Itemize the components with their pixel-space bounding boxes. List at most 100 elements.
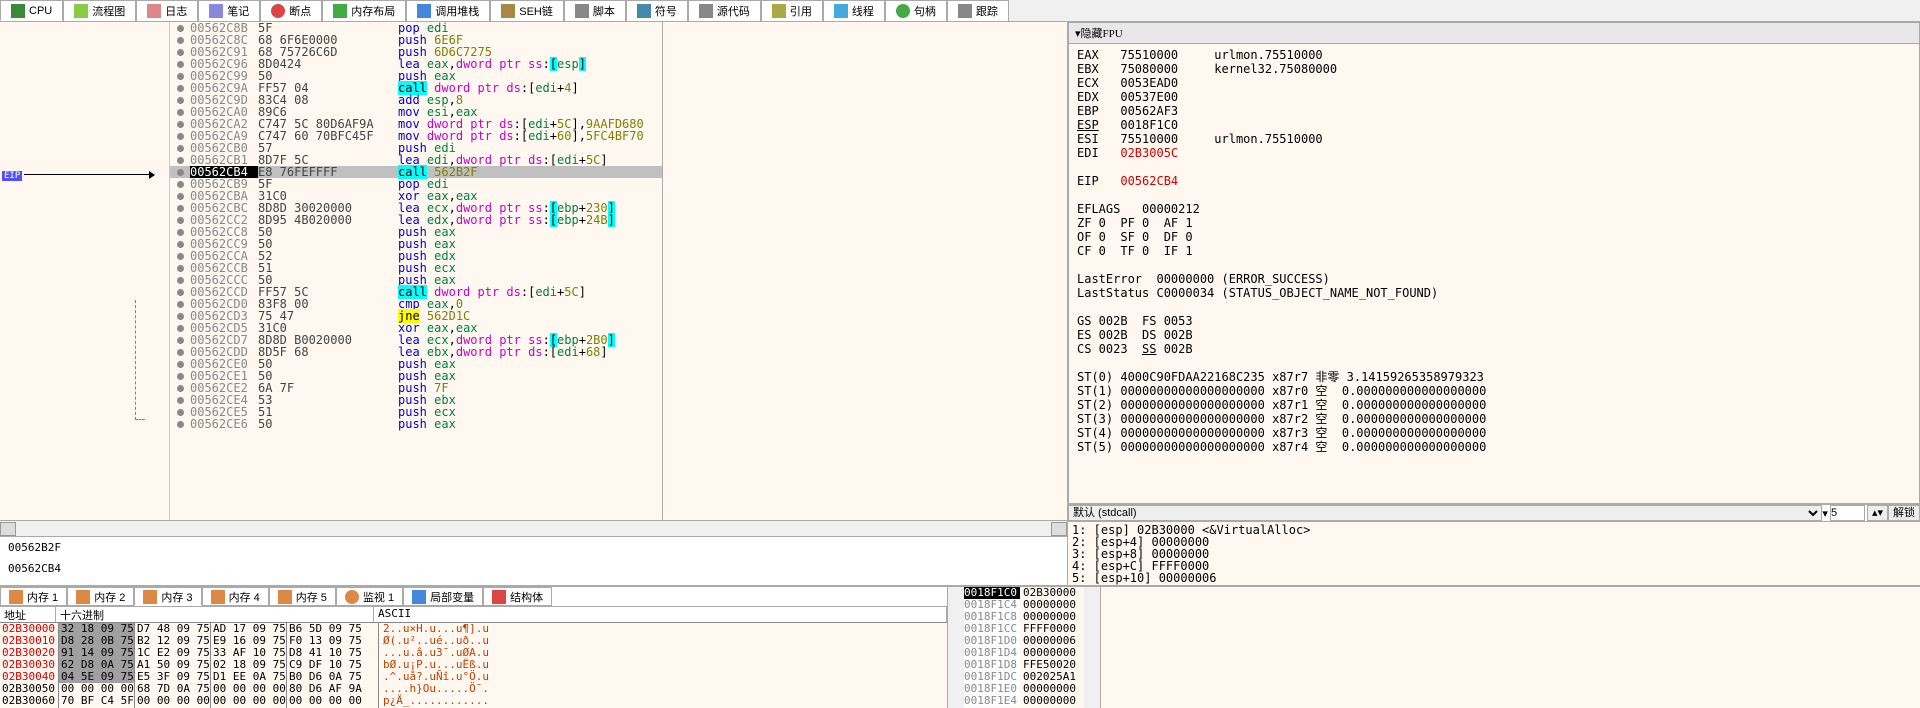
count-spinner[interactable]: ▴▾ [1867,505,1888,521]
breakpoint-dot-icon[interactable] [170,154,190,166]
mem-tab-内存 1[interactable]: 内存 1 [0,587,67,606]
i-thread-icon [834,4,848,18]
disasm-info-bar: 00562B2F 00562CB4 [0,536,1067,586]
registers-panel: ▾ 隐藏FPU EAX 75510000 urlmon.75510000 EBX… [1068,22,1920,504]
breakpoint-dot-icon[interactable] [170,94,190,106]
breakpoint-dot-icon[interactable] [170,70,190,82]
tab-内存布局[interactable]: 内存布局 [322,0,406,21]
tab-源代码[interactable]: 源代码 [688,0,761,21]
tab-SEH链[interactable]: SEH链 [490,0,564,21]
i-trace-icon [958,4,972,18]
tab-断点[interactable]: 断点 [260,0,322,21]
breakpoint-dot-icon[interactable] [170,118,190,130]
stack-vscroll[interactable] [1084,587,1100,708]
mem-tab-内存 3[interactable]: 内存 3 [134,587,201,606]
breakpoint-dot-icon[interactable] [170,214,190,226]
tab-线程[interactable]: 线程 [823,0,885,21]
disasm-gutter: EIP [0,22,170,520]
i-watch-icon [345,590,359,604]
tab-流程图[interactable]: 流程图 [63,0,136,21]
breakpoint-dot-icon[interactable] [170,106,190,118]
breakpoint-dot-icon[interactable] [170,406,190,418]
breakpoint-dot-icon[interactable] [170,394,190,406]
breakpoint-dot-icon[interactable] [170,334,190,346]
i-seh-icon [501,4,515,18]
eip-indicator: EIP [2,171,22,181]
breakpoint-dot-icon[interactable] [170,382,190,394]
breakpoint-dot-icon[interactable] [170,58,190,70]
breakpoint-dot-icon[interactable] [170,202,190,214]
breakpoint-dot-icon[interactable] [170,22,190,34]
tab-句柄[interactable]: 句柄 [885,0,947,21]
stack-args-view[interactable]: 1: [esp] 02B30000 <&VirtualAlloc> 2: [es… [1068,522,1920,586]
tab-引用[interactable]: 引用 [761,0,823,21]
breakpoint-dot-icon[interactable] [170,418,190,430]
breakpoint-dot-icon[interactable] [170,346,190,358]
convention-select[interactable]: 默认 (stdcall) [1068,505,1822,521]
stack-panel[interactable]: 0018F1C002B300000018F1C4000000000018F1C8… [964,587,1084,708]
mem-tab-局部变量[interactable]: 局部变量 [403,587,483,606]
disassembly-view[interactable]: 00562C8B5Fpop edi00562C8C68 6F6E0000push… [170,22,662,520]
breakpoint-dot-icon[interactable] [170,226,190,238]
i-src-icon [699,4,713,18]
registers-body[interactable]: EAX 75510000 urlmon.75510000 EBX 7508000… [1069,44,1919,504]
breakpoint-dot-icon[interactable] [170,286,190,298]
breakpoint-dot-icon[interactable] [170,142,190,154]
i-dump-icon [278,590,292,604]
memory-tabs: 内存 1内存 2内存 3内存 4内存 5监视 1局部变量结构体 [0,587,947,607]
breakpoint-dot-icon[interactable] [170,262,190,274]
i-call-icon [417,4,431,18]
tab-跟踪[interactable]: 跟踪 [947,0,1009,21]
unlock-button[interactable]: 解锁 [1888,505,1920,521]
memory-header: 地址 十六进制 ASCII [0,607,947,623]
i-dump-icon [9,590,23,604]
breakpoint-dot-icon[interactable] [170,310,190,322]
breakpoint-dot-icon[interactable] [170,238,190,250]
tab-调用堆栈[interactable]: 调用堆栈 [406,0,490,21]
i-dump-icon [211,590,225,604]
breakpoint-dot-icon[interactable] [170,34,190,46]
disasm-comments[interactable] [662,22,1067,520]
breakpoint-dot-icon[interactable] [170,166,190,178]
i-sym-icon [637,4,651,18]
disasm-hscroll[interactable] [0,520,1067,536]
i-note-icon [209,4,223,18]
mem-tab-内存 2[interactable]: 内存 2 [67,587,134,606]
scroll-left-icon[interactable] [0,522,16,536]
disasm-row[interactable]: 00562CE650push eax [170,418,662,430]
i-cpu-icon [11,4,25,18]
breakpoint-dot-icon[interactable] [170,322,190,334]
memory-dump[interactable]: 02B3000032 18 09 75D7 48 09 75AD 17 09 7… [0,623,947,708]
arg-count-input[interactable] [1830,505,1865,521]
mem-tab-内存 5[interactable]: 内存 5 [269,587,336,606]
breakpoint-dot-icon[interactable] [170,250,190,262]
mem-tab-结构体[interactable]: 结构体 [483,587,552,606]
fpu-toggle[interactable]: ▾ 隐藏FPU [1069,23,1919,44]
breakpoint-dot-icon[interactable] [170,370,190,382]
tab-日志[interactable]: 日志 [136,0,198,21]
scroll-right-icon[interactable] [1051,522,1067,536]
breakpoint-dot-icon[interactable] [170,298,190,310]
mem-tab-监视 1[interactable]: 监视 1 [336,587,403,606]
breakpoint-dot-icon[interactable] [170,130,190,142]
i-dump-icon [76,590,90,604]
breakpoint-dot-icon[interactable] [170,358,190,370]
stack-row[interactable]: 0018F1E400000000 [964,695,1084,707]
breakpoint-dot-icon[interactable] [170,46,190,58]
breakpoint-dot-icon[interactable] [170,82,190,94]
breakpoint-dot-icon[interactable] [170,190,190,202]
tab-符号[interactable]: 符号 [626,0,688,21]
breakpoint-dot-icon[interactable] [170,274,190,286]
eip-arrow-icon [24,174,154,175]
breakpoint-dot-icon[interactable] [170,178,190,190]
tab-CPU[interactable]: CPU [0,0,63,21]
i-log-icon [147,4,161,18]
i-mem-icon [333,4,347,18]
i-script-icon [575,4,589,18]
tab-脚本[interactable]: 脚本 [564,0,626,21]
mem-vscroll[interactable] [948,587,964,708]
mem-tab-内存 4[interactable]: 内存 4 [202,587,269,606]
bottom-extra [1100,587,1920,708]
chevron-down-icon[interactable]: ▾ [1822,507,1828,520]
tab-笔记[interactable]: 笔记 [198,0,260,21]
